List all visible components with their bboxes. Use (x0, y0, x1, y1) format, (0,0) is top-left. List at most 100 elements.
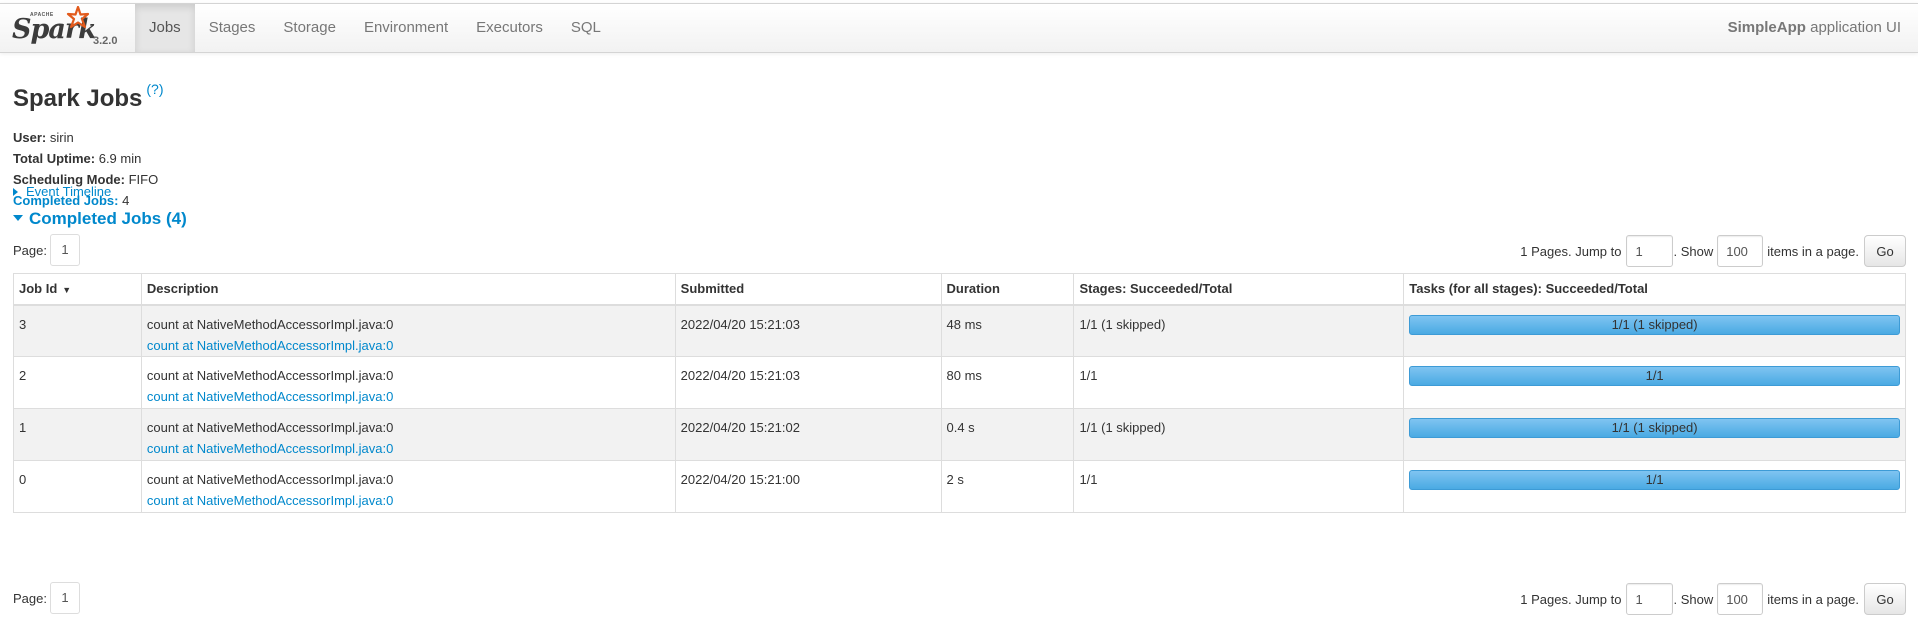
page-title-text: Spark Jobs (13, 85, 143, 112)
tasks-progress-text: 1/1 (1645, 472, 1664, 487)
uptime-label: Total Uptime: (13, 151, 96, 166)
pager-top: Page: 1 1 Pages. Jump to . Show items in… (13, 233, 1906, 269)
job-duration: 2 s (940, 460, 1075, 513)
table-row: 3 count at NativeMethodAccessorImpl.java… (13, 304, 1906, 357)
uptime-value: 6.9 min (98, 151, 142, 166)
page-number-button[interactable]: 1 (50, 234, 80, 266)
go-button[interactable]: Go (1864, 235, 1906, 267)
job-submitted: 2022/04/20 15:21:02 (674, 408, 942, 461)
tasks-progress-bar: 1/1 (1409, 366, 1900, 386)
app-name: SimpleApp (1727, 19, 1806, 36)
job-tasks: 1/1 (1403, 460, 1906, 513)
header-description[interactable]: Description (140, 273, 676, 306)
job-description: count at NativeMethodAccessorImpl.java:0… (140, 304, 676, 357)
pages-jump-text: 1 Pages. Jump to (1520, 591, 1622, 607)
description-link[interactable]: count at NativeMethodAccessorImpl.java:0 (147, 389, 393, 404)
job-stages: 1/1 (1 skipped) (1073, 408, 1405, 461)
event-timeline-toggle[interactable]: Event Timeline (13, 184, 111, 199)
page-size-input[interactable] (1717, 235, 1764, 267)
tab-environment[interactable]: Environment (350, 4, 462, 52)
job-tasks: 1/1 (1 skipped) (1403, 304, 1906, 357)
header-job-id[interactable]: Job Id ▼ (13, 273, 142, 306)
header-stages[interactable]: Stages: Succeeded/Total (1073, 273, 1405, 306)
sort-desc-icon: ▼ (62, 285, 72, 296)
tasks-progress-text: 1/1 (1 skipped) (1611, 316, 1698, 332)
job-id: 2 (13, 356, 142, 409)
tab-sql[interactable]: SQL (557, 4, 615, 52)
header-job-id-label: Job Id (19, 281, 58, 297)
job-id: 0 (13, 460, 142, 513)
go-button[interactable]: Go (1864, 583, 1906, 615)
job-duration: 0.4 s (940, 408, 1075, 461)
spark-logo[interactable]: APACHE Spark 3.2.0 (12, 6, 132, 52)
page-number-button[interactable]: 1 (50, 582, 80, 614)
spark-star-icon (66, 6, 90, 29)
tab-storage[interactable]: Storage (269, 4, 350, 52)
tasks-progress-text: 1/1 (1645, 368, 1664, 383)
table-row: 1 count at NativeMethodAccessorImpl.java… (13, 408, 1906, 461)
description-link[interactable]: count at NativeMethodAccessorImpl.java:0 (147, 338, 393, 353)
page-title: Spark Jobs (?) (13, 81, 164, 113)
completed-jobs-toggle[interactable]: Completed Jobs (4) (13, 209, 187, 229)
mode-value: FIFO (128, 172, 159, 187)
user-value: sirin (49, 130, 74, 145)
page-size-input[interactable] (1717, 583, 1764, 615)
tab-jobs[interactable]: Jobs (135, 4, 195, 52)
pages-jump-text: 1 Pages. Jump to (1520, 243, 1622, 259)
event-timeline-label: Event Timeline (26, 184, 112, 199)
description-text: count at NativeMethodAccessorImpl.java:0 (146, 420, 394, 435)
job-tasks: 1/1 (1 skipped) (1403, 408, 1906, 461)
page-label: Page: (13, 591, 47, 606)
job-stages: 1/1 (1 skipped) (1073, 304, 1405, 357)
tasks-progress-text: 1/1 (1 skipped) (1611, 420, 1698, 435)
caret-down-icon (13, 215, 23, 221)
description-text: count at NativeMethodAccessorImpl.java:0 (146, 316, 394, 332)
page-label: Page: (13, 243, 47, 258)
header-submitted[interactable]: Submitted (674, 273, 942, 306)
job-stages: 1/1 (1073, 356, 1405, 409)
items-text: items in a page. (1767, 243, 1859, 259)
top-navbar: APACHE Spark 3.2.0 Jobs Stages Storage E… (0, 3, 1918, 53)
help-link[interactable]: (?) (146, 81, 163, 97)
tasks-progress-bar: 1/1 (1409, 470, 1900, 490)
tab-stages[interactable]: Stages (195, 4, 270, 52)
job-submitted: 2022/04/20 15:21:03 (674, 304, 942, 357)
pager-controls: 1 Pages. Jump to . Show items in a page.… (1520, 233, 1906, 269)
show-text: . Show (1673, 243, 1714, 259)
job-submitted: 2022/04/20 15:21:03 (674, 356, 942, 409)
job-tasks: 1/1 (1403, 356, 1906, 409)
completed-jobs-heading: Completed Jobs (4) (29, 209, 187, 228)
nav-tabs: Jobs Stages Storage Environment Executor… (135, 4, 615, 52)
header-duration[interactable]: Duration (940, 273, 1075, 306)
summary-uptime: Total Uptime: 6.9 min (13, 148, 158, 169)
job-duration: 48 ms (940, 304, 1075, 357)
app-suffix: application UI (1810, 19, 1901, 36)
jobs-table: Job Id ▼ Description Submitted Duration S… (13, 273, 1906, 513)
description-link[interactable]: count at NativeMethodAccessorImpl.java:0 (147, 493, 393, 508)
description-text: count at NativeMethodAccessorImpl.java:0 (146, 472, 394, 487)
pager-controls: 1 Pages. Jump to . Show items in a page.… (1520, 581, 1906, 617)
summary-user: User: sirin (13, 127, 158, 148)
job-id: 1 (13, 408, 142, 461)
items-text: items in a page. (1767, 591, 1859, 607)
table-row: 2 count at NativeMethodAccessorImpl.java… (13, 356, 1906, 409)
pager-bottom: Page: 1 1 Pages. Jump to . Show items in… (13, 581, 1906, 617)
job-description: count at NativeMethodAccessorImpl.java:0… (140, 460, 676, 513)
app-title: SimpleApp application UI (1728, 4, 1901, 52)
spark-version: 3.2.0 (93, 35, 118, 47)
description-text: count at NativeMethodAccessorImpl.java:0 (146, 368, 394, 383)
completed-value: 4 (122, 193, 130, 208)
user-label: User: (13, 130, 47, 145)
description-link[interactable]: count at NativeMethodAccessorImpl.java:0 (147, 441, 393, 456)
tab-executors[interactable]: Executors (462, 4, 557, 52)
job-duration: 80 ms (940, 356, 1075, 409)
tasks-progress-bar: 1/1 (1 skipped) (1409, 314, 1900, 335)
jump-to-page-input[interactable] (1626, 235, 1674, 267)
caret-right-icon (13, 188, 18, 196)
jump-to-page-input[interactable] (1626, 583, 1674, 615)
job-description: count at NativeMethodAccessorImpl.java:0… (140, 408, 676, 461)
table-header-row: Job Id ▼ Description Submitted Duration S… (13, 273, 1906, 306)
job-submitted: 2022/04/20 15:21:00 (674, 460, 942, 513)
job-stages: 1/1 (1073, 460, 1405, 513)
show-text: . Show (1673, 591, 1714, 607)
